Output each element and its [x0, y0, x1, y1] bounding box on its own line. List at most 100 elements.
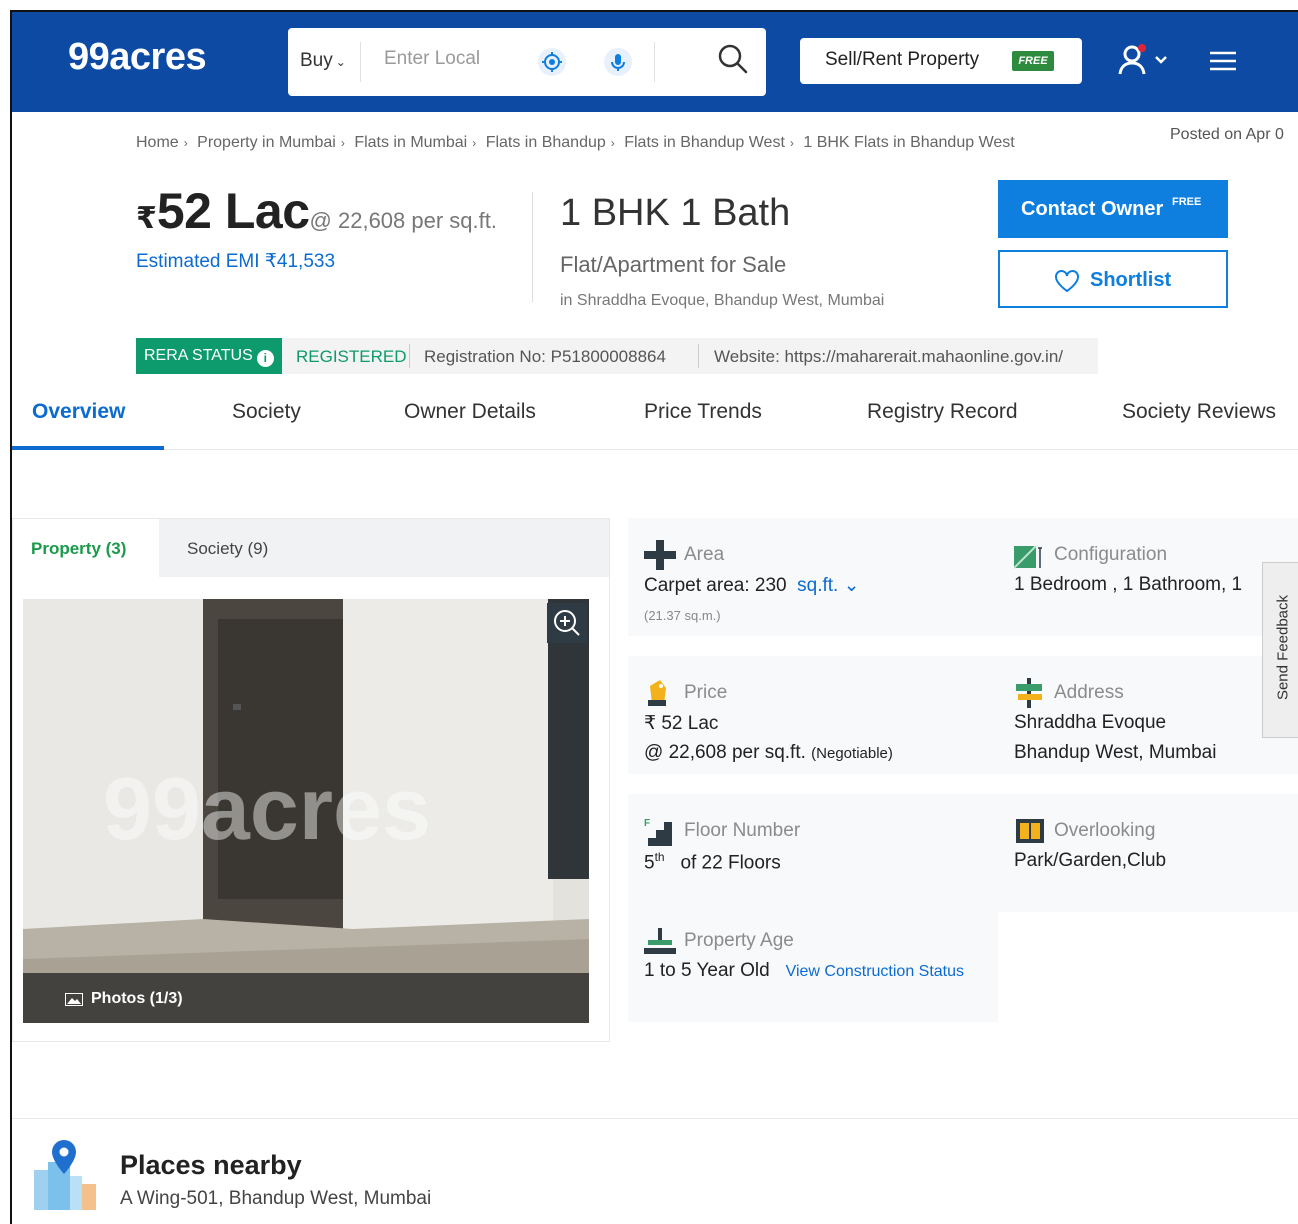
chevron-down-icon: ⌄	[335, 55, 346, 69]
floor-value: 5th of 22 Floors	[644, 850, 781, 874]
sell-rent-label: Sell/Rent Property	[825, 49, 980, 70]
tab-overview[interactable]: Overview	[32, 400, 125, 424]
area-unit-dropdown[interactable]: sq.ft.	[797, 575, 838, 596]
window-view-icon	[1014, 816, 1046, 846]
tab-owner-details[interactable]: Owner Details	[404, 400, 536, 424]
breadcrumb-link[interactable]: Property in Mumbai	[197, 134, 336, 151]
photos-count-bar[interactable]: Photos (1/3)	[23, 973, 589, 1023]
posted-date: Posted on Apr 0	[1170, 126, 1284, 143]
chevron-down-icon[interactable]: ⌄	[838, 575, 860, 596]
photo-gallery: Property (3) Society (9) 99acres Photos …	[12, 518, 610, 1042]
send-feedback-label: Send Feedback	[1274, 594, 1292, 701]
price-per-sqft: @ 22,608 per sq.ft.	[309, 208, 497, 233]
tab-price-trends[interactable]: Price Trends	[644, 400, 762, 424]
image-icon	[65, 993, 83, 1006]
rera-badge-label: RERA STATUS	[144, 347, 253, 364]
tab-society-photos[interactable]: Society (9)	[187, 539, 268, 559]
configuration-icon	[1013, 540, 1046, 570]
detail-address: Address Shraddha Evoque Bhandup West, Mu…	[998, 656, 1298, 774]
price-per-sqft-detail: @ 22,608 per sq.ft. (Negotiable)	[644, 742, 893, 764]
tab-society[interactable]: Society	[232, 400, 301, 424]
divider	[654, 42, 655, 82]
microphone-icon[interactable]	[604, 48, 632, 76]
detail-title: Configuration	[1054, 544, 1168, 565]
rera-status-badge[interactable]: RERA STATUS i	[136, 338, 282, 374]
breadcrumb-separator: ›	[610, 136, 615, 150]
top-navbar: 99acres Buy⌄ Sell/Rent Property FREE	[12, 12, 1298, 112]
info-icon: i	[256, 350, 274, 367]
breadcrumb-separator: ›	[183, 136, 188, 150]
divider	[360, 42, 361, 82]
breadcrumb-separator: ›	[789, 136, 794, 150]
negotiable-note: (Negotiable)	[811, 745, 893, 762]
price-tag-icon	[644, 678, 676, 708]
contact-owner-label: Contact Owner	[1021, 198, 1164, 220]
rera-website: Website: https://maharerait.mahaonline.g…	[714, 347, 1063, 366]
detail-title: Floor Number	[684, 820, 801, 841]
breadcrumb-link[interactable]: Flats in Bhandup West	[624, 134, 785, 151]
sell-rent-property-button[interactable]: Sell/Rent Property FREE	[800, 38, 1082, 84]
free-badge: FREE	[1172, 196, 1202, 208]
search-icon[interactable]	[716, 42, 750, 76]
carpet-area-value: Carpet area: 230	[644, 575, 787, 596]
detail-floor-number: F Floor Number 5th of 22 Floors	[628, 794, 998, 912]
currency-symbol: ₹	[136, 202, 157, 235]
address-line-2: Bhandup West, Mumbai	[1014, 742, 1217, 763]
svg-text:F: F	[644, 818, 650, 829]
rera-registration-number: Registration No: P51800008864	[424, 347, 666, 366]
places-nearby-address: A Wing-501, Bhandup West, Mumbai	[120, 1188, 432, 1209]
shortlist-button[interactable]: Shortlist	[998, 250, 1228, 308]
breadcrumb-separator: ›	[472, 136, 477, 150]
contact-owner-button[interactable]: Contact Owner FREE	[998, 180, 1228, 238]
active-tab-indicator	[12, 446, 164, 450]
detail-overlooking: Overlooking Park/Garden,Club	[998, 794, 1298, 912]
building-age-icon	[644, 926, 676, 956]
buy-dropdown[interactable]: Buy ⌄	[300, 50, 346, 72]
floor-number: 5	[644, 852, 655, 874]
heart-icon	[1054, 269, 1080, 293]
hamburger-menu-icon[interactable]	[1208, 50, 1238, 72]
total-floors: of 22 Floors	[680, 852, 781, 874]
property-age-value: 1 to 5 Year Old View Construction Status	[644, 960, 964, 982]
view-construction-status-link[interactable]: View Construction Status	[786, 963, 964, 980]
detail-configuration: Configuration 1 Bedroom , 1 Bathroom, 1	[998, 518, 1298, 636]
area-icon	[644, 540, 676, 570]
section-tabs: Overview Society Owner Details Price Tre…	[12, 384, 1298, 450]
detail-title: Area	[684, 544, 725, 565]
signpost-icon	[1014, 678, 1046, 708]
price-value: ₹ 52 Lac	[644, 713, 719, 734]
configuration-heading: 1 BHK 1 Bath	[560, 192, 791, 234]
tab-registry-record[interactable]: Registry Record	[867, 400, 1018, 424]
locality-search-input[interactable]	[384, 48, 524, 70]
page-frame: 99acres Buy⌄ Sell/Rent Property FREE	[10, 10, 1298, 1224]
tab-property-photos[interactable]: Property (3)	[13, 519, 159, 577]
tab-society-reviews[interactable]: Society Reviews	[1122, 400, 1276, 424]
free-badge: FREE	[1012, 51, 1054, 71]
configuration-value: 1 Bedroom , 1 Bathroom, 1	[1014, 574, 1243, 595]
detail-area: Area Carpet area: 230 sq.ft. ⌄ (21.37 sq…	[628, 518, 998, 636]
places-nearby-title: Places nearby	[120, 1150, 302, 1180]
breadcrumb-link[interactable]: Flats in Bhandup	[486, 134, 606, 151]
detail-value: Carpet area: 230 sq.ft. ⌄	[644, 574, 860, 597]
overlooking-value: Park/Garden,Club	[1014, 850, 1167, 871]
breadcrumb-link[interactable]: Home	[136, 134, 179, 151]
divider	[698, 344, 699, 368]
breadcrumb-link[interactable]: Flats in Mumbai	[354, 134, 467, 151]
emi-link[interactable]: Estimated EMI ₹41,533	[136, 250, 335, 273]
price-heading: ₹52 Lac@ 22,608 per sq.ft.	[136, 182, 497, 240]
photos-count-label: Photos (1/3)	[91, 990, 183, 1007]
rera-info-strip: RERA STATUS i REGISTERED Registration No:…	[136, 338, 1098, 374]
zoom-in-icon[interactable]	[547, 603, 587, 643]
detail-title: Property Age	[684, 930, 794, 951]
search-bar: Buy ⌄	[288, 28, 766, 96]
detail-title: Address	[1054, 682, 1124, 703]
rera-registered-status: REGISTERED	[296, 347, 407, 366]
site-logo[interactable]: 99acres	[68, 36, 207, 79]
locate-me-icon[interactable]	[538, 48, 566, 76]
photo-watermark: 99acres	[103, 759, 431, 858]
carpet-area-sqm: (21.37 sq.m.)	[644, 608, 721, 623]
gallery-tabs: Property (3) Society (9)	[13, 519, 609, 577]
user-account-icon[interactable]	[1116, 42, 1176, 78]
send-feedback-tab[interactable]: Send Feedback	[1262, 562, 1298, 738]
property-photo[interactable]: 99acres Photos (1/3)	[23, 599, 589, 1023]
